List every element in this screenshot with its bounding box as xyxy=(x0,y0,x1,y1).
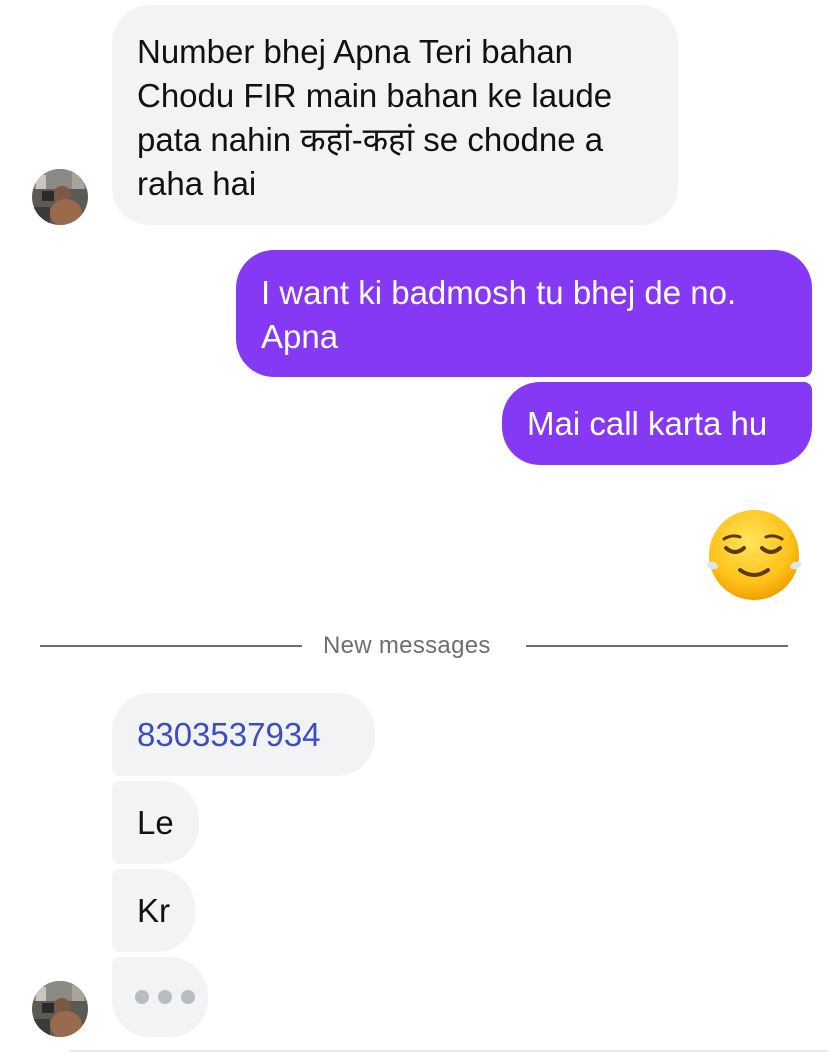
incoming-message[interactable]: Number bhej Apna Teri bahan Chodu FIR ma… xyxy=(112,5,678,225)
message-text: I want ki badmosh tu bhej de no. Apna xyxy=(261,274,737,355)
incoming-message[interactable]: Le xyxy=(112,781,199,864)
outgoing-message[interactable]: Mai call karta hu xyxy=(502,382,812,465)
typing-indicator xyxy=(112,957,208,1037)
contact-avatar[interactable] xyxy=(32,981,88,1037)
message-text: Kr xyxy=(137,892,170,929)
chat-thread: Number bhej Apna Teri bahan Chodu FIR ma… xyxy=(0,0,828,1054)
new-messages-divider: New messages xyxy=(323,632,491,659)
typing-dot-icon xyxy=(158,990,172,1004)
message-text: Number bhej Apna Teri bahan Chodu FIR ma… xyxy=(137,33,613,202)
typing-dot-icon xyxy=(135,990,149,1004)
incoming-message[interactable]: 8303537934 xyxy=(112,693,375,776)
message-text: Le xyxy=(137,804,174,841)
outgoing-message[interactable]: I want ki badmosh tu bhej de no. Apna xyxy=(236,250,812,377)
avatar-photo-icon xyxy=(32,981,88,1037)
message-text: Mai call karta hu xyxy=(527,405,768,442)
incoming-message[interactable]: Kr xyxy=(112,869,195,952)
composer-top-border xyxy=(70,1050,828,1052)
avatar-photo-icon xyxy=(32,169,88,225)
emoji-message[interactable] xyxy=(704,508,804,602)
divider-line-right xyxy=(526,645,788,647)
typing-dot-icon xyxy=(181,990,195,1004)
divider-line-left xyxy=(40,645,302,647)
relieved-face-emoji-icon xyxy=(706,510,802,600)
phone-number-link[interactable]: 8303537934 xyxy=(137,716,321,753)
contact-avatar[interactable] xyxy=(32,169,88,225)
